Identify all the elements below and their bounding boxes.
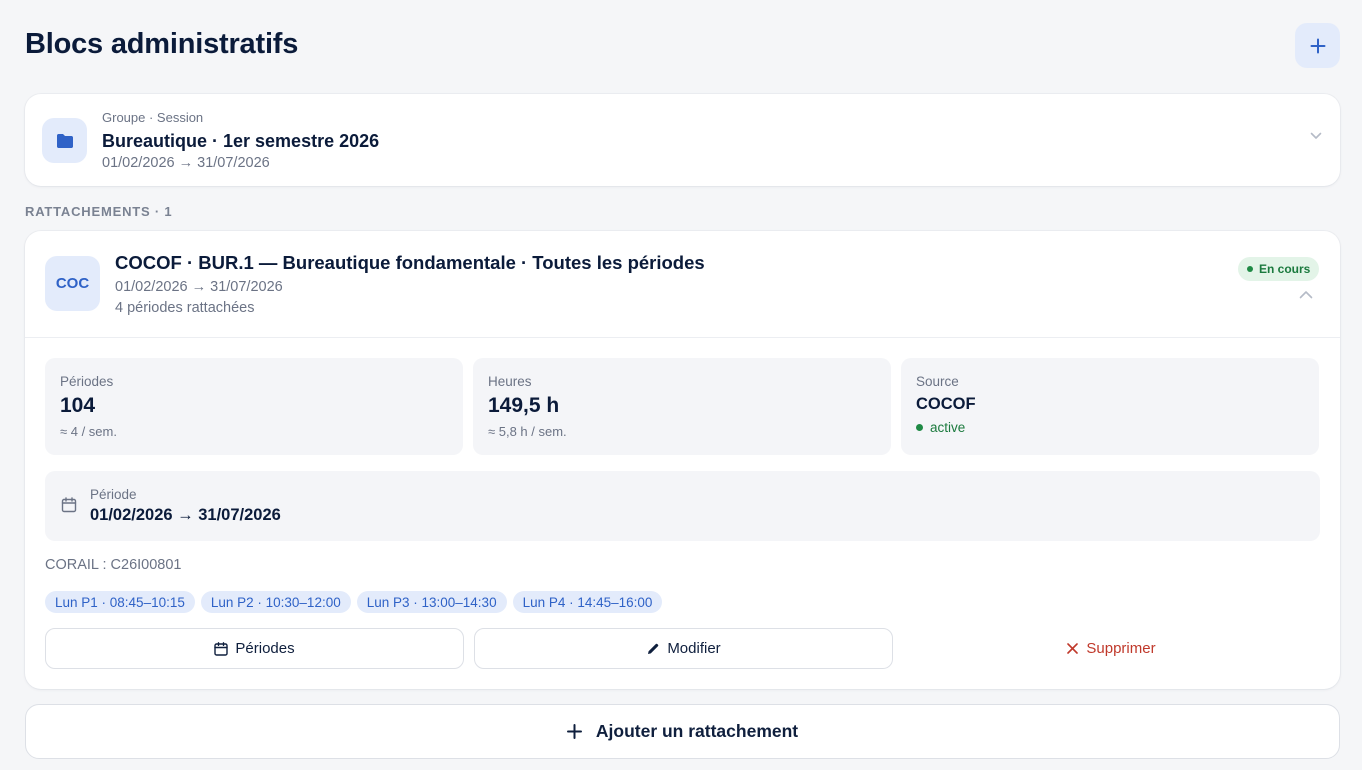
stat-periodes: Périodes 104 ≈ 4 / sem.: [45, 358, 463, 455]
active-dot: [916, 424, 923, 431]
slot-chip: Lun P4 · 14:45–16:00: [512, 591, 663, 613]
slot-chip: Lun P3 · 13:00–14:30: [356, 591, 507, 613]
stat-label: Heures: [488, 374, 532, 389]
source-badge: COC: [45, 256, 100, 311]
attachment-period-count: 4 périodes rattachées: [115, 300, 255, 316]
add-button[interactable]: [1295, 23, 1340, 68]
folder-icon: [56, 133, 73, 148]
pencil-icon: [648, 643, 659, 654]
delete-button[interactable]: Supprimer: [902, 628, 1321, 669]
plus-icon: [566, 724, 582, 739]
delete-button-label: Supprimer: [1086, 640, 1156, 657]
slot-list: Lun P1 · 08:45–10:15 Lun P2 · 10:30–12:0…: [45, 591, 663, 613]
stat-value: COCOF: [916, 395, 976, 413]
stat-label: Source: [916, 374, 959, 389]
period-value: 01/02/2026 → 31/07/2026: [90, 506, 281, 524]
plus-icon: [1310, 38, 1325, 53]
calendar-icon: [61, 497, 77, 513]
period-box: Période 01/02/2026 → 31/07/2026: [45, 471, 1320, 541]
stat-label: Périodes: [60, 374, 114, 389]
status-label: En cours: [1259, 262, 1311, 276]
session-caption: Groupe · Session: [102, 110, 204, 125]
session-dates: 01/02/2026 → 31/07/2026: [102, 155, 270, 171]
attachment-card: COC COCOF · BUR.1 — Bureautique fondamen…: [25, 231, 1340, 689]
add-attachment-button[interactable]: Ajouter un rattachement: [25, 704, 1340, 759]
chevron-down-icon[interactable]: [1310, 132, 1322, 140]
stat-value: 149,5 h: [488, 394, 560, 417]
edit-button[interactable]: Modifier: [474, 628, 893, 669]
stat-sub: ≈ 5,8 h / sem.: [488, 424, 567, 439]
attachment-title: COCOF · BUR.1 — Bureautique fondamentale…: [115, 252, 705, 273]
period-label: Période: [90, 487, 137, 502]
stat-heures: Heures 149,5 h ≈ 5,8 h / sem.: [473, 358, 891, 455]
stat-value: 104: [60, 394, 96, 417]
source-status: active: [916, 420, 965, 435]
page-title: Blocs administratifs: [25, 28, 299, 60]
source-status-label: active: [930, 420, 966, 435]
session-name: Bureautique · 1er semestre 2026: [102, 131, 380, 151]
calendar-icon: [214, 641, 229, 656]
corail-code: CORAIL : C26I00801: [45, 557, 182, 573]
stat-source: Source COCOF active: [901, 358, 1319, 455]
periods-button-label: Périodes: [235, 640, 295, 657]
status-dot: [1247, 266, 1253, 272]
status-badge: En cours: [1238, 257, 1320, 281]
stat-sub: ≈ 4 / sem.: [60, 424, 117, 439]
session-selector[interactable]: Groupe · Session Bureautique · 1er semes…: [25, 94, 1340, 186]
session-icon-box: [42, 118, 87, 163]
periods-button[interactable]: Périodes: [45, 628, 464, 669]
close-icon: [1067, 643, 1079, 654]
attachment-header[interactable]: COC COCOF · BUR.1 — Bureautique fondamen…: [25, 231, 1340, 338]
edit-button-label: Modifier: [667, 640, 721, 657]
slot-chip: Lun P2 · 10:30–12:00: [200, 591, 351, 613]
attachments-section-label: RATTACHEMENTS · 1: [25, 204, 173, 219]
slot-chip: Lun P1 · 08:45–10:15: [45, 591, 195, 613]
chevron-up-icon[interactable]: [1299, 290, 1313, 299]
add-attachment-label: Ajouter un rattachement: [595, 721, 799, 741]
attachment-dates: 01/02/2026 → 31/07/2026: [115, 279, 283, 295]
